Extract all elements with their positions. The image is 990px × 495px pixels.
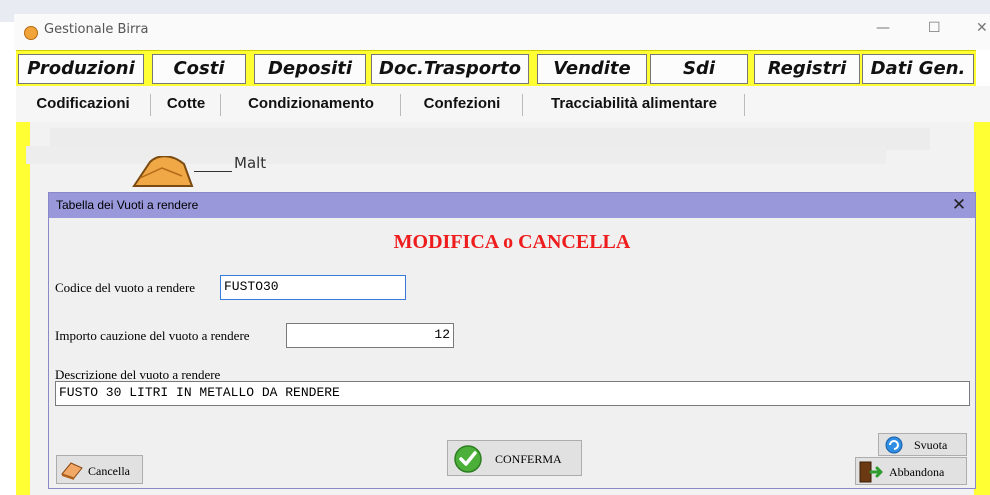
malt-pointer-line (194, 171, 232, 172)
yellow-frame-left (16, 122, 30, 495)
code-input[interactable]: FUSTO30 (220, 275, 406, 300)
malt-sack-icon (132, 156, 194, 187)
abbandona-button[interactable]: Abbandona (855, 457, 967, 485)
tab-costi[interactable]: Costi (152, 54, 246, 84)
tab-sdi[interactable]: Sdi (650, 54, 748, 84)
code-label: Codice del vuoto a rendere (55, 280, 196, 295)
dialog-title-bar: Tabella dei Vuoti a rendere ✕ (49, 193, 975, 218)
subtab-condizionamento[interactable]: Condizionamento (226, 86, 396, 122)
maximize-button[interactable]: ☐ (928, 20, 941, 36)
subtab-confezioni[interactable]: Confezioni (406, 86, 518, 122)
subtab-codificazioni[interactable]: Codificazioni (20, 86, 146, 122)
deposit-input[interactable]: 12 (286, 323, 454, 348)
tab-vendite[interactable]: Vendite (537, 54, 647, 84)
exit-door-icon (859, 461, 883, 483)
subtab-divider (220, 94, 221, 116)
checkmark-icon (454, 445, 482, 473)
subtab-divider (400, 94, 401, 116)
conferma-button[interactable]: CONFERMA (447, 440, 582, 476)
description-input[interactable]: FUSTO 30 LITRI IN METALLO DA RENDERE (55, 381, 970, 406)
dialog-title: Tabella dei Vuoti a rendere (56, 198, 199, 212)
main-tab-bar: Produzioni Costi Depositi Doc.Trasporto … (16, 50, 976, 88)
tab-dati-gen[interactable]: Dati Gen. (862, 54, 974, 84)
cancella-button[interactable]: Cancella (56, 455, 143, 484)
tab-doc-trasporto[interactable]: Doc.Trasporto (371, 54, 529, 84)
minimize-button[interactable]: — (876, 20, 890, 36)
sub-tab-bar: Codificazioni Cotte Condizionamento Conf… (16, 86, 990, 123)
tab-registri[interactable]: Registri (754, 54, 860, 84)
vuoti-dialog: Tabella dei Vuoti a rendere ✕ MODIFICA o… (48, 192, 976, 489)
abbandona-label: Abbandona (889, 465, 945, 479)
app-icon (24, 26, 38, 40)
svuota-button[interactable]: Svuota (878, 433, 967, 456)
cancella-label: Cancella (88, 464, 130, 478)
malt-label: Malt (234, 154, 267, 172)
tab-depositi[interactable]: Depositi (254, 54, 366, 84)
refresh-icon (885, 436, 903, 454)
eraser-icon (61, 462, 83, 480)
dialog-close-button[interactable]: ✕ (947, 194, 971, 216)
subtab-divider (150, 94, 151, 116)
conferma-label: CONFERMA (495, 452, 562, 466)
subtab-tracciabilita-alimentare[interactable]: Tracciabilità alimentare (528, 86, 740, 122)
tab-produzioni[interactable]: Produzioni (18, 54, 144, 84)
subtab-cotte[interactable]: Cotte (156, 86, 216, 122)
dialog-heading: MODIFICA o CANCELLA (393, 231, 631, 253)
app-title-bar (14, 14, 990, 50)
subtab-divider (522, 94, 523, 116)
yellow-frame-right (974, 122, 990, 495)
close-button[interactable]: ✕ (976, 20, 988, 36)
svuota-label: Svuota (914, 438, 948, 452)
app-title: Gestionale Birra (44, 22, 149, 37)
deposit-label: Importo cauzione del vuoto a rendere (55, 328, 250, 343)
subtab-divider (744, 94, 745, 116)
